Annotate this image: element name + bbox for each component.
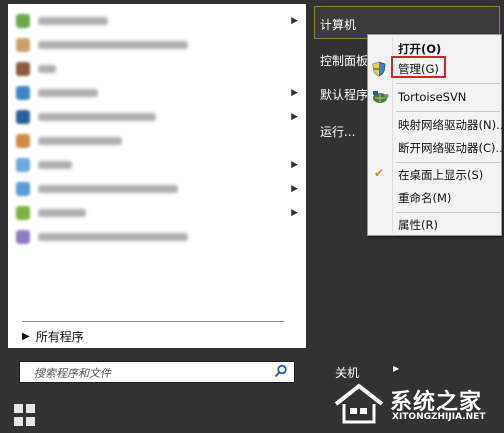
program-item[interactable] [16, 226, 296, 248]
context-menu: 打开(O) 管理(G) TortoiseSVN 映射网络驱动器(N)... 断开… [367, 34, 504, 236]
program-item[interactable]: ▶ [16, 178, 298, 200]
menu-item-rename[interactable]: 重命名(M) [398, 190, 451, 206]
program-item[interactable] [16, 34, 296, 56]
program-item[interactable]: ▶ [16, 82, 298, 104]
program-item[interactable]: ▶ [16, 106, 298, 128]
menu-item-disconnect-drive[interactable]: 断开网络驱动器(C)... [398, 140, 504, 156]
app-icon [16, 62, 30, 76]
menu-separator [396, 212, 500, 213]
house-logo-icon [334, 383, 384, 424]
control-panel-item[interactable]: 控制面板 [320, 52, 368, 69]
submenu-arrow-icon: ▶ [291, 208, 298, 218]
submenu-arrow-icon: ▶ [291, 160, 298, 170]
app-icon [16, 110, 30, 124]
divider [22, 321, 284, 322]
watermark-url: XITONGZHIJIA.NET [392, 412, 486, 422]
menu-item-manage[interactable]: 管理(G) [398, 61, 439, 77]
search-input[interactable]: 搜索程序和文件 [19, 361, 295, 383]
submenu-arrow-icon: ▶ [291, 16, 298, 26]
menu-item-tortoisesvn[interactable]: TortoiseSVN [398, 90, 466, 104]
default-programs-item[interactable]: 默认程序 [320, 86, 368, 103]
app-icon [16, 14, 30, 28]
program-list-panel: ▶ ▶ ▶ ▶ ▶ ▶ ▶ 所有程序 [8, 4, 306, 348]
app-icon [16, 86, 30, 100]
app-icon [16, 158, 30, 172]
program-item[interactable]: ▶ [16, 10, 298, 32]
menu-item-open[interactable]: 打开(O) [398, 41, 441, 57]
windows-start-icon[interactable] [14, 404, 36, 426]
app-icon [16, 182, 30, 196]
watermark: 系统之家 XITONGZHIJIA.NET [330, 380, 502, 430]
app-icon [16, 230, 30, 244]
program-item[interactable] [16, 58, 296, 80]
shield-icon [372, 61, 386, 77]
all-programs-button[interactable]: ▶ 所有程序 [22, 328, 84, 345]
menu-item-show-on-desktop[interactable]: 在桌面上显示(S) [398, 167, 483, 183]
play-arrow-icon: ▶ [22, 331, 30, 342]
menu-separator [396, 111, 500, 112]
menu-separator [396, 162, 500, 163]
submenu-arrow-icon: ▶ [291, 88, 298, 98]
shutdown-options-arrow-icon[interactable]: ▶ [393, 364, 399, 373]
submenu-arrow-icon: ▶ [291, 112, 298, 122]
menu-separator [396, 83, 500, 84]
computer-item[interactable]: 计算机 [320, 16, 356, 33]
tortoisesvn-icon [373, 91, 389, 103]
search-icon[interactable] [274, 364, 288, 378]
program-item[interactable] [16, 130, 296, 152]
app-icon [16, 134, 30, 148]
search-placeholder: 搜索程序和文件 [34, 367, 111, 380]
menu-item-map-drive[interactable]: 映射网络驱动器(N)... [398, 117, 504, 133]
shutdown-button[interactable]: 关机 [335, 364, 359, 381]
program-item[interactable]: ▶ [16, 154, 298, 176]
all-programs-label: 所有程序 [35, 330, 84, 344]
start-menu: ▶ ▶ ▶ ▶ ▶ ▶ ▶ 所有程序 搜索程序和文件 计算机 控制面板 默认程序… [0, 0, 504, 433]
app-icon [16, 38, 30, 52]
program-item[interactable]: ▶ [16, 202, 298, 224]
submenu-arrow-icon: ▶ [291, 184, 298, 194]
menu-item-properties[interactable]: 属性(R) [398, 217, 438, 233]
run-item[interactable]: 运行... [320, 123, 355, 140]
checkmark-icon: ✔ [374, 166, 385, 180]
app-icon [16, 206, 30, 220]
